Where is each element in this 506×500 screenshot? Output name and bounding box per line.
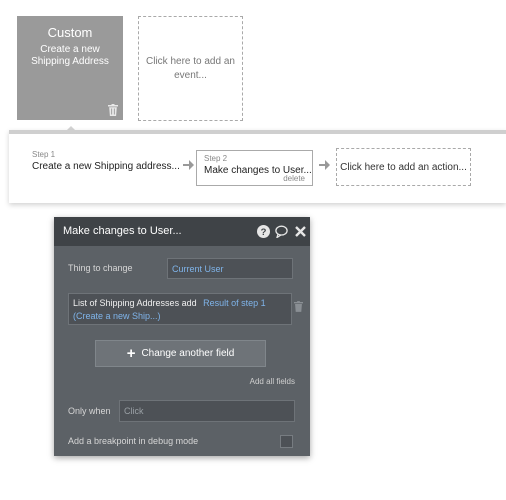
editor-header: Make changes to User... ? [54, 217, 310, 246]
add-action-button[interactable]: Click here to add an action... [336, 148, 471, 186]
trash-icon[interactable] [108, 104, 118, 116]
plus-icon: + [126, 344, 136, 362]
arrow-right-icon [319, 160, 330, 170]
help-icon[interactable]: ? [257, 225, 270, 238]
arrow-right-icon [183, 160, 194, 170]
step-2-label: Step 2 [204, 154, 228, 163]
field-value-expression-detail[interactable]: (Create a new Ship...) [73, 311, 161, 321]
change-another-field-label: Change another field [141, 348, 235, 359]
add-action-label: Click here to add an action... [340, 161, 467, 173]
step-1-label: Step 1 [32, 150, 56, 159]
editor-title: Make changes to User... [63, 225, 182, 237]
action-property-editor: Make changes to User... ? Thing to chang… [54, 217, 310, 456]
add-all-fields-link[interactable]: Add all fields [250, 377, 295, 386]
comment-icon[interactable] [275, 225, 288, 238]
svg-text:?: ? [261, 227, 267, 238]
event-card-custom[interactable]: Custom Create a new Shipping Address [17, 16, 123, 120]
change-another-field-button[interactable]: + Change another field [95, 340, 266, 367]
workflow-step-2[interactable]: Step 2 Make changes to User... delete [196, 150, 313, 186]
thing-to-change-field[interactable]: Current User [167, 258, 293, 279]
only-when-field[interactable]: Click [119, 400, 295, 422]
trash-icon[interactable] [294, 301, 303, 312]
breakpoint-checkbox[interactable] [280, 435, 293, 448]
event-name: Create a new Shipping Address [31, 44, 109, 67]
field-name: List of Shipping Addresses add [73, 298, 197, 308]
thing-to-change-label: Thing to change [68, 263, 133, 273]
workflow-step-1[interactable]: Step 1 Create a new Shipping address... [32, 150, 182, 172]
only-when-label: Only when [68, 406, 111, 416]
event-type-label: Custom [47, 25, 93, 40]
step-1-text: Create a new Shipping address... [32, 161, 180, 172]
workflow-steps-strip: Step 1 Create a new Shipping address... … [9, 130, 506, 203]
close-icon[interactable] [294, 225, 307, 238]
breakpoint-label: Add a breakpoint in debug mode [68, 436, 199, 446]
delete-step-link[interactable]: delete [283, 174, 305, 183]
field-value-expression[interactable]: Result of step 1 [203, 298, 266, 308]
add-event-button[interactable]: Click here to add an event... [138, 16, 243, 121]
add-event-label: Click here to add an event... [146, 55, 235, 81]
field-change-row[interactable]: List of Shipping Addresses add Result of… [68, 293, 292, 325]
thing-to-change-value: Current User [172, 263, 224, 274]
only-when-placeholder: Click [124, 406, 144, 416]
